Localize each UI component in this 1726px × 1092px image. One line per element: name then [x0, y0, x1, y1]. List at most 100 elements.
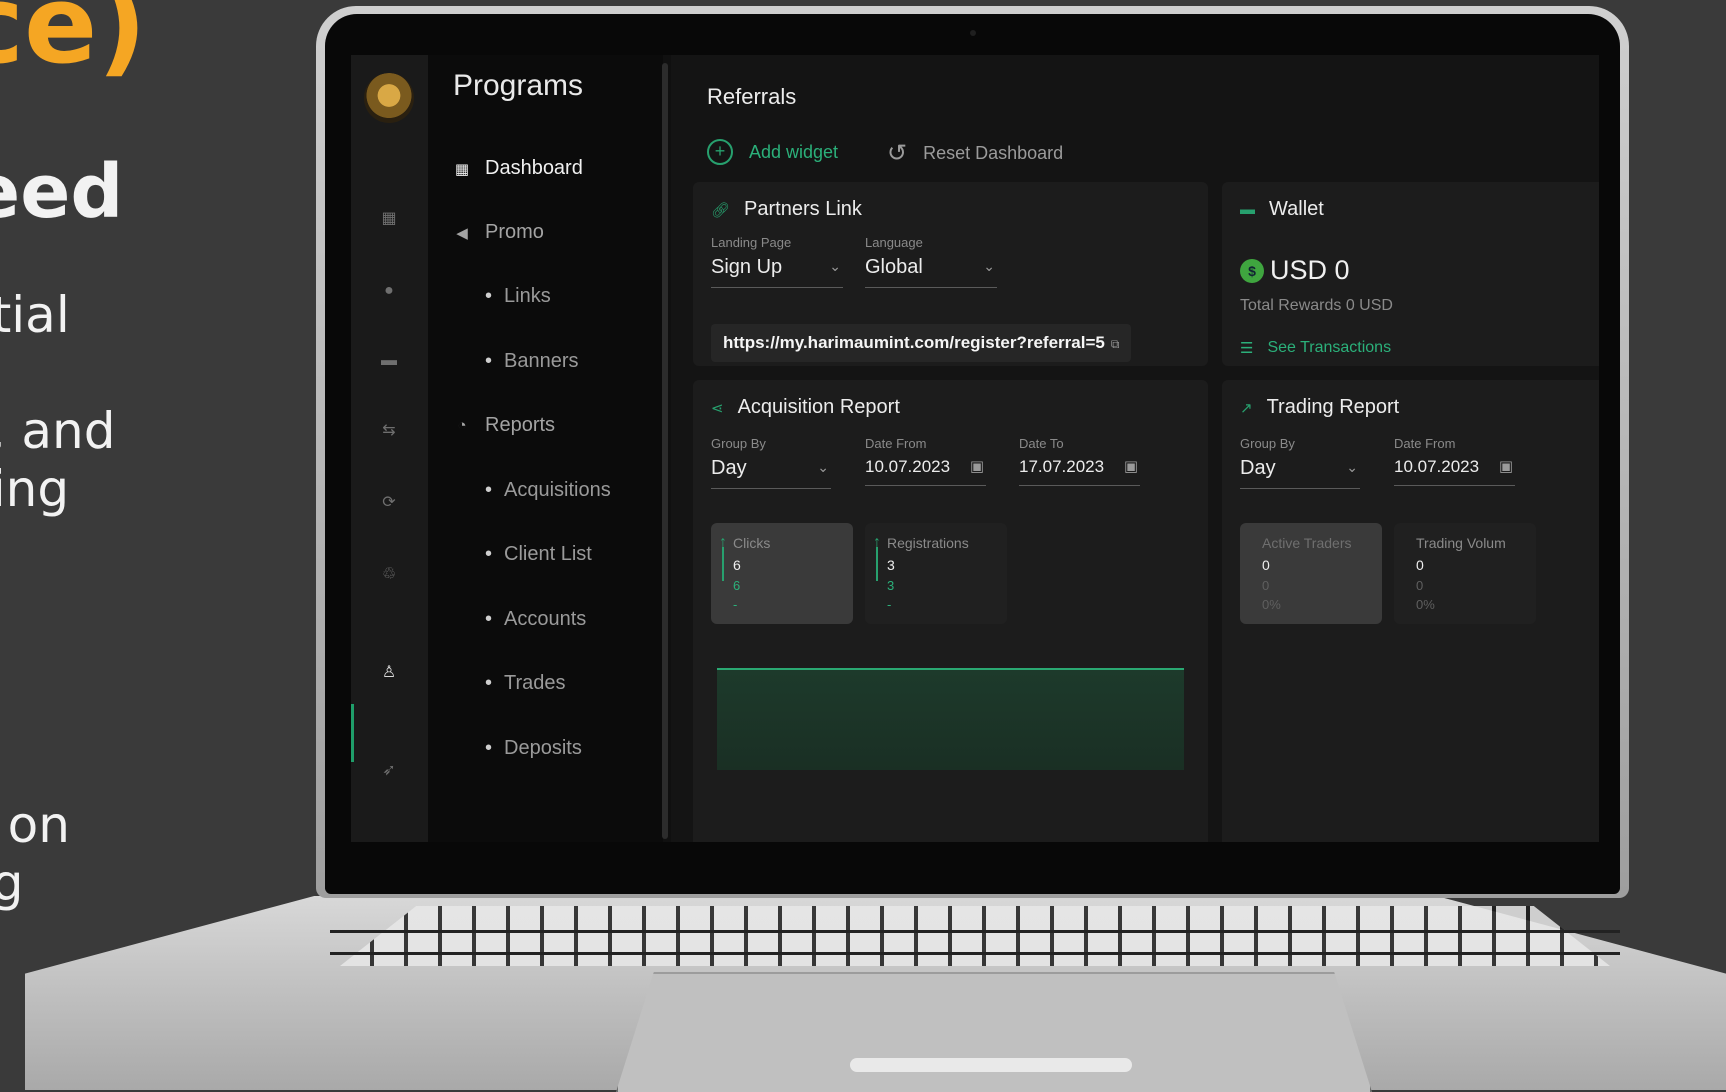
group-by-select[interactable]: Group By Day ⌄	[711, 436, 831, 489]
transfer-icon[interactable]: ⇆	[379, 421, 399, 441]
programs-nav: Programs ▦ Dashboard ◀ Promo Links Banne…	[428, 55, 663, 842]
nav-item-promo[interactable]: ◀ Promo	[453, 221, 544, 244]
acquisition-report-title: Acquisition Report	[737, 396, 900, 418]
nav-item-trades[interactable]: Trades	[485, 672, 566, 695]
stat-name: Registrations	[887, 535, 969, 551]
active-indicator	[351, 704, 354, 762]
stat-previous: 6	[733, 578, 741, 593]
nav-item-dashboard[interactable]: ▦ Dashboard	[453, 157, 583, 180]
calendar-icon[interactable]: ▣	[1124, 457, 1138, 475]
tiger-logo-icon[interactable]	[364, 73, 414, 123]
marketing-line: ng	[0, 854, 24, 912]
nav-item-links[interactable]: Links	[485, 285, 551, 308]
wallet-icon[interactable]: ▬	[379, 351, 399, 371]
card-title: ⋖ Acquisition Report	[711, 396, 900, 419]
page-title: Referrals	[707, 84, 797, 109]
nav-item-accounts[interactable]: Accounts	[485, 608, 586, 631]
stat-previous: 0	[1416, 578, 1424, 593]
referral-url: https://my.harimaumint.com/register?refe…	[723, 333, 1105, 352]
chevron-down-icon: ⌄	[983, 258, 995, 274]
share-icon: ⋖	[711, 399, 724, 417]
stat-previous: 3	[887, 578, 895, 593]
trend-up-icon: ↗	[1240, 399, 1253, 417]
group-by-value: Day	[711, 457, 747, 479]
marketing-line: x, and	[0, 402, 116, 460]
laptop-notch	[850, 1058, 1132, 1072]
camera-icon	[970, 30, 976, 36]
stat-card-active-traders[interactable]: Active Traders 0 0 0%	[1240, 523, 1382, 624]
keyboard-row	[330, 952, 1620, 955]
nav-item-banners[interactable]: Banners	[485, 350, 579, 373]
date-to-field[interactable]: Date To 17.07.2023 ▣	[1019, 436, 1140, 486]
stat-card-registrations[interactable]: ↑ Registrations 3 3 -	[865, 523, 1007, 624]
stat-name: Trading Volum	[1416, 535, 1506, 551]
field-label: Group By	[711, 436, 766, 451]
main-content: Referrals + Add widget ↺ Reset Dashboard…	[671, 55, 1599, 842]
acquisition-chart-area	[717, 668, 1184, 770]
user-icon[interactable]: ●	[379, 281, 399, 301]
nav-title: Programs	[453, 69, 584, 102]
card-title: ↗ Trading Report	[1240, 396, 1399, 419]
stat-previous: 0	[1262, 578, 1270, 593]
card-title: ▬ Wallet	[1240, 198, 1324, 221]
nav-item-acquisitions[interactable]: Acquisitions	[485, 479, 611, 502]
stat-value: 0	[1416, 557, 1424, 573]
grid-icon: ▦	[454, 160, 470, 178]
grid-icon[interactable]: ▦	[379, 209, 399, 229]
nav-item-client-list[interactable]: Client List	[485, 543, 592, 566]
partners-icon[interactable]: ♙	[379, 663, 399, 683]
chevron-down-icon: ⌄	[829, 258, 841, 274]
stat-value: 0	[1262, 557, 1270, 573]
wallet-icon: ▬	[1240, 201, 1255, 218]
see-transactions-link[interactable]: ☰ See Transactions	[1240, 339, 1391, 357]
recycle-icon[interactable]: ♲	[379, 565, 399, 585]
marketing-accent-text: ce)	[0, 0, 147, 88]
referral-url-box[interactable]: https://my.harimaumint.com/register?refe…	[711, 324, 1132, 362]
trend-line	[722, 547, 724, 581]
stat-value: 6	[733, 557, 741, 573]
chevron-down-icon: ⌄	[1346, 459, 1358, 475]
acquisition-report-card: ⋖ Acquisition Report Group By Day ⌄ Date …	[693, 380, 1208, 842]
stat-card-clicks[interactable]: ↑ Clicks 6 6 -	[711, 523, 853, 624]
refresh-icon[interactable]: ⟳	[379, 493, 399, 513]
nav-scrollbar[interactable]	[662, 63, 668, 839]
copy-icon[interactable]: ⧉	[1111, 337, 1120, 351]
plus-circle-icon: +	[707, 139, 733, 165]
field-value: 10.07.2023 ▣	[865, 457, 986, 486]
laptop-keyboard	[340, 906, 1610, 966]
field-value: 17.07.2023 ▣	[1019, 457, 1140, 486]
calendar-icon[interactable]: ▣	[970, 457, 984, 475]
partners-link-card: 🔗︎ Partners Link Landing Page Sign Up ⌄ L…	[693, 182, 1208, 366]
marketing-line: ntial	[0, 286, 70, 344]
laptop-trackpad	[616, 972, 1372, 1092]
nav-item-reports[interactable]: ◔ Reports	[453, 414, 555, 437]
dollar-coin-icon: $	[1240, 258, 1264, 283]
field-label: Language	[865, 235, 923, 250]
trading-date-from-field[interactable]: Date From 10.07.2023 ▣	[1394, 436, 1515, 486]
field-value: Day ⌄	[711, 457, 831, 489]
rocket-icon[interactable]: ➶	[379, 761, 399, 781]
language-select[interactable]: Language Global ⌄	[865, 235, 997, 288]
balance-value: USD 0	[1270, 255, 1350, 285]
marketing-heading: eed	[0, 149, 124, 235]
list-icon: ☰	[1240, 340, 1254, 357]
reset-icon: ↺	[887, 140, 908, 167]
stat-diff: 0%	[1416, 597, 1435, 612]
keyboard-row	[330, 930, 1620, 933]
date-from-value: 10.07.2023	[1394, 457, 1480, 476]
landing-page-select[interactable]: Landing Page Sign Up ⌄	[711, 235, 843, 288]
wallet-card: ▬ Wallet $ USD 0 Total Rewards 0 USD ☰ S…	[1222, 182, 1599, 366]
language-value: Global	[865, 256, 923, 278]
megaphone-icon: ◀	[456, 224, 468, 242]
stat-card-trading-volume[interactable]: Trading Volum 0 0 0%	[1394, 523, 1536, 624]
trading-group-by-select[interactable]: Group By Day ⌄	[1240, 436, 1360, 489]
nav-item-deposits[interactable]: Deposits	[485, 737, 582, 760]
add-widget-button[interactable]: + Add widget	[707, 139, 838, 165]
stat-diff: -	[733, 597, 738, 612]
reset-dashboard-label: Reset Dashboard	[923, 143, 1064, 163]
calendar-icon[interactable]: ▣	[1499, 457, 1513, 475]
date-to-value: 17.07.2023	[1019, 457, 1105, 476]
date-from-field[interactable]: Date From 10.07.2023 ▣	[865, 436, 986, 486]
field-value: Global ⌄	[865, 256, 997, 288]
reset-dashboard-button[interactable]: ↺ Reset Dashboard	[887, 139, 1063, 168]
